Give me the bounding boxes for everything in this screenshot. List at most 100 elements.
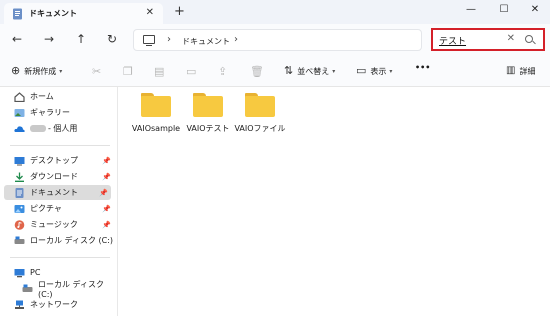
navigation-pane: ホーム ギャラリー - 個人用 デスクトップ 📌 ダウンロード 📌 ドキュメント — [0, 87, 118, 316]
maximize-button[interactable]: ☐ — [489, 1, 519, 19]
cut-icon[interactable]: ✂ — [92, 65, 101, 78]
sidebar-item-network[interactable]: ネットワーク — [14, 297, 114, 312]
title-bar: ドキュメント ✕ + — ☐ ✕ — [0, 0, 550, 24]
close-window-button[interactable]: ✕ — [520, 1, 550, 19]
folder-name: VAIOファイル — [234, 124, 286, 133]
search-icon[interactable] — [525, 35, 533, 43]
drive-icon — [22, 284, 33, 294]
sidebar-item-documents[interactable]: ドキュメント 📌 — [4, 185, 111, 200]
refresh-button[interactable]: ↻ — [107, 32, 117, 46]
view-icon: ▭ — [356, 64, 367, 77]
sidebar-item-local-disk-pc[interactable]: ローカル ディスク (C:) — [22, 279, 114, 299]
download-icon — [14, 172, 25, 182]
folder-name: VAIOsample — [131, 124, 181, 133]
chevron-down-icon: ▾ — [59, 67, 63, 75]
tab-title: ドキュメント — [29, 9, 77, 18]
back-button[interactable]: ← — [12, 32, 22, 46]
view-label: 表示 — [370, 66, 387, 76]
new-button[interactable]: ⊕ 新規作成 ▾ — [11, 65, 62, 77]
computer-icon — [143, 35, 155, 47]
sidebar-item-label: PC — [30, 268, 41, 277]
paste-icon[interactable]: ▤ — [154, 65, 164, 78]
home-icon — [14, 91, 25, 102]
tab-documents[interactable]: ドキュメント ✕ — [4, 3, 163, 24]
sidebar-item-label: デスクトップ — [30, 156, 78, 165]
copy-icon[interactable]: ❐ — [123, 65, 133, 78]
sidebar-item-pictures[interactable]: ピクチャ 📌 — [14, 201, 114, 216]
sidebar-item-label: ローカル ディスク (C:) — [38, 279, 104, 299]
new-label: 新規作成 — [24, 66, 57, 76]
new-tab-button[interactable]: + — [174, 4, 185, 19]
file-list: VAIOsample VAIOテスト VAIOファイル — [119, 87, 550, 316]
pin-icon: 📌 — [102, 172, 111, 181]
folder-icon — [193, 93, 223, 117]
rename-icon[interactable]: ▭ — [186, 65, 196, 78]
clear-search-icon[interactable]: ✕ — [507, 33, 515, 44]
sort-label: 並べ替え — [297, 66, 330, 76]
sidebar-item-desktop[interactable]: デスクトップ 📌 — [14, 153, 114, 168]
search-input[interactable]: テスト — [439, 34, 466, 47]
plus-circle-icon: ⊕ — [11, 64, 21, 77]
close-tab-icon[interactable]: ✕ — [146, 7, 154, 18]
sort-button[interactable]: ⇅ 並べ替え ▾ — [284, 65, 335, 77]
minimize-button[interactable]: — — [456, 1, 486, 19]
forward-button[interactable]: → — [44, 32, 54, 46]
music-icon — [14, 219, 25, 230]
sidebar-item-music[interactable]: ミュージック 📌 — [14, 217, 114, 232]
folder-icon — [245, 93, 275, 117]
pin-icon: 📌 — [102, 156, 111, 165]
search-box[interactable]: テスト ✕ — [431, 28, 545, 51]
command-bar: ⊕ 新規作成 ▾ ✂ ❐ ▤ ▭ ⇪ 🗑 ⇅ 並べ替え ▾ ▭ 表示 ▾ •••… — [0, 57, 550, 87]
network-icon — [14, 300, 25, 310]
sidebar-item-downloads[interactable]: ダウンロード 📌 — [14, 169, 114, 184]
documents-icon — [14, 187, 25, 198]
chevron-right-icon: › — [167, 34, 171, 45]
pin-icon: 📌 — [102, 220, 111, 229]
pin-icon: 📌 — [99, 188, 108, 197]
redacted-name — [30, 125, 46, 132]
gallery-icon — [14, 108, 25, 118]
divider — [10, 145, 110, 146]
sidebar-item-label: ダウンロード — [30, 172, 78, 181]
folder-item[interactable]: VAIOsample — [129, 93, 183, 134]
sidebar-item-onedrive[interactable]: - 個人用 — [14, 121, 114, 136]
sidebar-item-gallery[interactable]: ギャラリー — [14, 105, 114, 120]
sidebar-item-local-disk[interactable]: ローカル ディスク (C:) — [14, 233, 114, 248]
chevron-down-icon: ▾ — [389, 67, 393, 75]
sidebar-item-label: ギャラリー — [30, 108, 70, 117]
folder-item[interactable]: VAIOテスト — [181, 93, 235, 134]
view-button[interactable]: ▭ 表示 ▾ — [356, 65, 392, 77]
sidebar-item-label: - 個人用 — [48, 124, 78, 133]
sort-icon: ⇅ — [284, 64, 294, 77]
documents-icon — [12, 8, 23, 20]
desktop-icon — [14, 156, 25, 166]
pc-icon — [14, 268, 25, 278]
address-row: ← → ↑ ↻ › ドキュメント › テスト ✕ — [0, 24, 550, 57]
sidebar-item-label: ドキュメント — [30, 188, 78, 197]
sidebar-item-label: ミュージック — [30, 220, 78, 229]
sidebar-item-home[interactable]: ホーム — [14, 89, 114, 104]
address-bar[interactable]: › ドキュメント › — [133, 29, 422, 51]
divider — [10, 257, 110, 258]
details-label: 詳細 — [519, 66, 536, 76]
sidebar-item-label: ホーム — [30, 92, 54, 101]
folder-name: VAIOテスト — [186, 124, 230, 133]
sidebar-item-label: ネットワーク — [30, 300, 78, 309]
sidebar-item-label: ローカル ディスク (C:) — [30, 236, 114, 245]
onedrive-icon — [14, 124, 25, 134]
details-button[interactable]: ▥ 詳細 — [506, 65, 535, 77]
pin-icon: 📌 — [102, 204, 111, 213]
chevron-right-icon[interactable]: › — [234, 34, 238, 45]
more-options-button[interactable]: ••• — [415, 63, 430, 72]
sidebar-item-label: ピクチャ — [30, 204, 62, 213]
folder-icon — [141, 93, 171, 117]
delete-icon[interactable]: 🗑 — [250, 65, 264, 78]
breadcrumb-documents[interactable]: ドキュメント — [182, 36, 230, 47]
up-button[interactable]: ↑ — [76, 32, 86, 46]
details-pane-icon: ▥ — [506, 65, 516, 76]
chevron-down-icon: ▾ — [332, 67, 336, 75]
drive-icon — [14, 236, 25, 246]
pictures-icon — [14, 204, 25, 214]
share-icon[interactable]: ⇪ — [218, 65, 227, 78]
folder-item[interactable]: VAIOファイル — [233, 93, 287, 134]
